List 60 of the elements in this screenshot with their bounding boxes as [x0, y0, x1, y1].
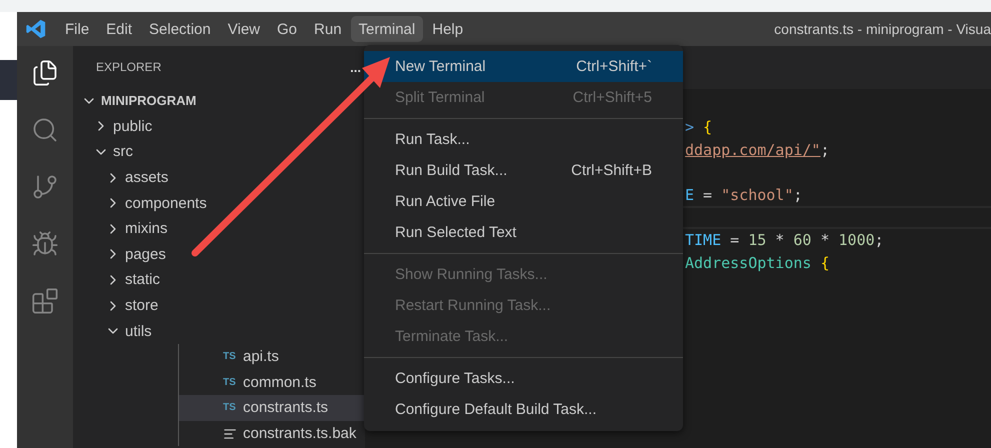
code-token: *: [774, 231, 786, 250]
menu-bar-item[interactable]: Edit: [98, 16, 140, 42]
explorer-entry[interactable]: src: [73, 139, 365, 165]
code-token: =: [729, 231, 740, 250]
typescript-file-icon: TS: [223, 351, 243, 362]
menu-bar-item[interactable]: Run: [306, 16, 350, 42]
menu-item[interactable]: Run Task...: [364, 124, 683, 155]
code-token: ;: [820, 140, 830, 159]
code-token: {: [702, 118, 712, 136]
editor-logo-icon: [25, 18, 47, 40]
explorer-entry[interactable]: assets: [73, 164, 365, 190]
menu-item[interactable]: Run Active File: [364, 186, 683, 217]
explorer-entry[interactable]: public: [73, 114, 365, 140]
explorer-entry[interactable]: TS common.ts: [179, 370, 365, 396]
code-token: ;: [793, 186, 802, 204]
menu-item[interactable]: Run Selected Text: [364, 217, 683, 248]
explorer-entry[interactable]: constrants.ts.bak: [179, 420, 365, 446]
menu-bar-item[interactable]: File: [57, 16, 98, 42]
menu-item[interactable]: Configure Tasks...: [364, 363, 683, 394]
code-token: "school": [721, 186, 794, 204]
menu-bar-item[interactable]: Help: [424, 16, 472, 42]
code-token: 1000: [838, 231, 875, 250]
code-token: E: [685, 186, 694, 204]
explorer-entry[interactable]: utils: [73, 318, 365, 344]
menu-item[interactable]: New Terminal Ctrl+Shift+`: [364, 51, 683, 82]
code-token: 15: [748, 231, 766, 250]
code-token: 60: [793, 231, 812, 250]
code-token: =: [702, 186, 714, 204]
files-icon[interactable]: [31, 59, 59, 87]
explorer-title: EXPLORER: [96, 60, 162, 74]
code-token: ;: [874, 231, 884, 250]
search-icon[interactable]: [31, 116, 59, 144]
code-token: >: [685, 118, 694, 136]
window-title: constrants.ts - miniprogram - Visua: [774, 21, 991, 37]
menu-item[interactable]: Run Build Task... Ctrl+Shift+B: [364, 155, 683, 186]
explorer-entry[interactable]: TS constrants.ts: [179, 395, 365, 421]
branch-icon[interactable]: [31, 173, 59, 201]
bug-icon[interactable]: [31, 230, 59, 258]
text-file-icon: [223, 426, 237, 441]
menu-bar-item[interactable]: View: [220, 16, 268, 42]
explorer-entry[interactable]: components: [73, 190, 365, 216]
menu-bar-item[interactable]: Selection: [141, 16, 219, 42]
menu-item[interactable]: Configure Default Build Task...: [364, 394, 683, 425]
code-token: TIME: [685, 231, 722, 250]
workspace-folder[interactable]: MINIPROGRAM: [73, 88, 365, 114]
menu-bar-item[interactable]: Go: [269, 16, 306, 42]
explorer-entry[interactable]: TS api.ts: [179, 344, 365, 370]
code-token: {: [819, 254, 830, 272]
explorer-entry[interactable]: pages: [73, 242, 365, 268]
explorer-entry[interactable]: static: [73, 267, 365, 293]
menu-bar-item[interactable]: Terminal: [350, 16, 424, 42]
explorer-entry[interactable]: mixins: [73, 216, 365, 242]
code-token: AddressOptions: [685, 254, 812, 272]
explorer-entry[interactable]: store: [73, 292, 365, 318]
code-token: *: [819, 231, 830, 250]
extensions-icon[interactable]: [31, 287, 59, 315]
more-actions-button[interactable]: ...: [350, 60, 361, 74]
code-token: ddapp.com/api/": [685, 140, 820, 159]
typescript-file-icon: TS: [223, 402, 243, 414]
typescript-file-icon: TS: [223, 376, 243, 388]
